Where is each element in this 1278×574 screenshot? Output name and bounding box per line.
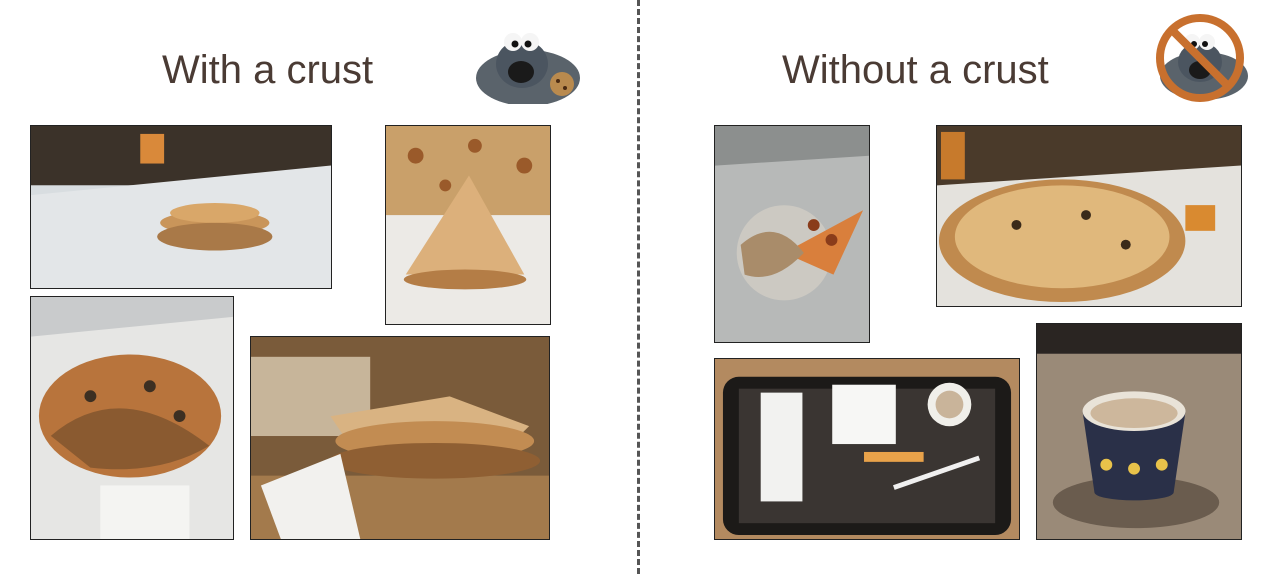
cookie-monster-prohibited-icon [1148,10,1254,106]
pizza-slices-stacked-photo [30,125,332,289]
cookie-monster-icon [470,28,588,106]
whole-pizza-box-photo [936,125,1242,307]
pizza-slice-box-photo [714,125,870,343]
pizza-layered-slice-photo [250,336,550,540]
pizza-wedge-closeup-photo [385,125,551,325]
tray-receipt-coffee-photo [714,358,1020,540]
heading-with-crust: With a crust [162,48,374,92]
center-divider [637,0,640,574]
pizza-folded-box-photo [30,296,234,540]
coffee-cup-table-photo [1036,323,1242,540]
heading-without-crust: Without a crust [782,48,1049,92]
